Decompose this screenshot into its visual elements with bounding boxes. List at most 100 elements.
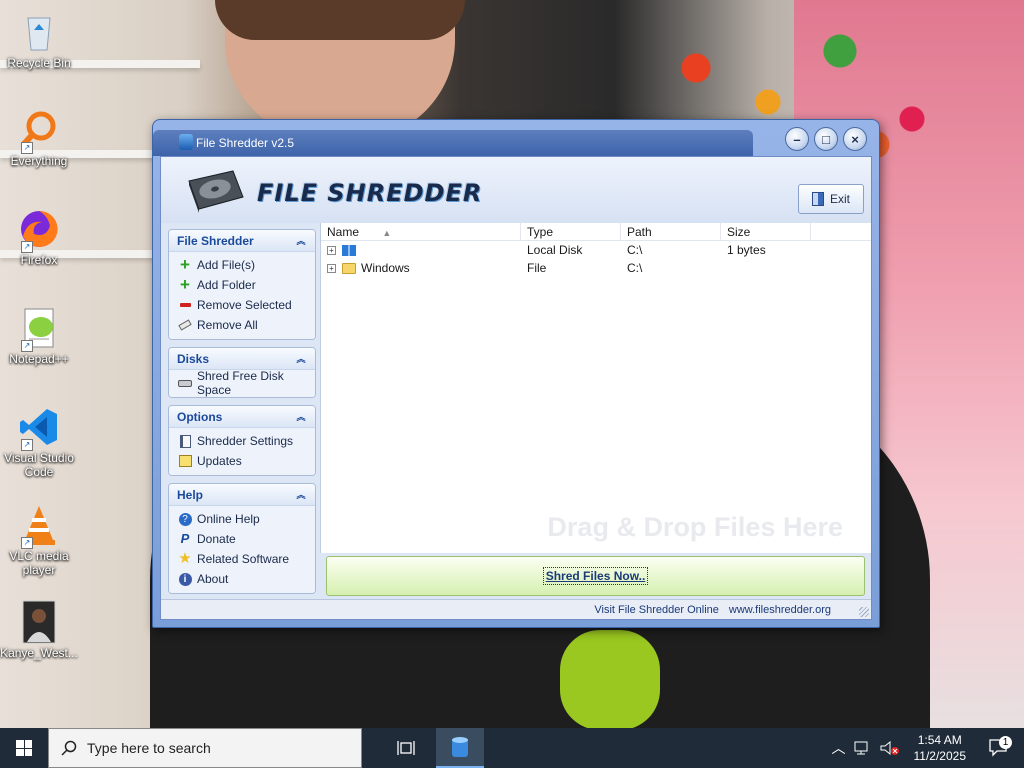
expand-icon[interactable]: + (327, 246, 336, 256)
action-center-button[interactable]: 1 (980, 736, 1018, 757)
updates-button[interactable]: Updates (169, 451, 315, 471)
panel-header[interactable]: File Shredder ︽ (169, 230, 315, 252)
column-label: Type (527, 225, 554, 239)
shred-files-now-button[interactable]: Shred Files Now.. (542, 567, 649, 585)
panel-title: Disks (177, 351, 210, 366)
exit-door-icon (811, 192, 824, 206)
maximize-button[interactable]: □ (814, 127, 838, 151)
shred-bar: Shred Files Now.. (326, 556, 865, 596)
item-label: About (197, 572, 229, 586)
hard-disk-logo-icon (188, 170, 244, 213)
close-button[interactable]: × (843, 127, 867, 151)
shortcut-arrow-icon: ↗ (21, 142, 33, 154)
exit-button[interactable]: Exit (798, 184, 864, 214)
notification-badge: 1 (999, 736, 1012, 749)
panel-title: File Shredder (177, 233, 254, 248)
collapse-chevron-icon[interactable]: ︽ (295, 235, 307, 247)
collapse-chevron-icon[interactable]: ︽ (295, 411, 307, 423)
file-shredder-window[interactable]: File Shredder v2.5 – □ × FILE SHREDDER E… (152, 119, 880, 628)
star-icon: ★ (178, 550, 192, 567)
about-button[interactable]: i About (169, 569, 315, 589)
item-label: Related Software (197, 552, 290, 566)
recycle-bin-icon (17, 10, 61, 54)
desktop-icon-label: Notepad++ (9, 352, 69, 366)
desktop-icon-notepad-plus-plus[interactable]: ↗ Notepad++ (0, 306, 78, 366)
shortcut-arrow-icon: ↗ (21, 537, 33, 549)
collapse-chevron-icon[interactable]: ︽ (295, 489, 307, 501)
remove-icon (178, 298, 192, 312)
task-view-icon (397, 741, 415, 755)
search-icon (61, 740, 77, 756)
table-row[interactable]: + Windows File C:\ (321, 259, 871, 277)
minimize-button[interactable]: – (785, 127, 809, 151)
column-header-type[interactable]: Type (521, 223, 621, 240)
shredder-settings-button[interactable]: Shredder Settings (169, 431, 315, 451)
panel-header[interactable]: Options ︽ (169, 406, 315, 428)
column-header-path[interactable]: Path (621, 223, 721, 240)
cell-path: C:\ (627, 243, 643, 257)
desktop-icon-vscode[interactable]: ↗ Visual Studio Code (0, 405, 78, 479)
updates-icon (178, 454, 192, 468)
donate-button[interactable]: P Donate (169, 529, 315, 549)
taskbar-file-shredder[interactable] (436, 728, 484, 768)
desktop-icon-everything[interactable]: ↗ Everything (0, 108, 78, 168)
desktop-icon-recycle-bin[interactable]: Recycle Bin (0, 10, 78, 70)
task-view-button[interactable] (382, 728, 430, 768)
task-sidebar: File Shredder ︽ + Add File(s) + Add Folder… (168, 229, 316, 601)
panel-header[interactable]: Disks ︽ (169, 348, 315, 370)
vlc-icon: ↗ (17, 503, 61, 549)
website-link[interactable]: www.fileshredder.org (729, 604, 831, 616)
info-icon: i (178, 572, 192, 586)
maximize-icon: □ (822, 131, 830, 147)
remove-selected-button[interactable]: Remove Selected (169, 295, 315, 315)
desktop-icon-kanye-west-file[interactable]: Kanye_West... (0, 600, 78, 660)
add-folder-button[interactable]: + Add Folder (169, 275, 315, 295)
item-label: Shredder Settings (197, 434, 294, 448)
app-icon (179, 134, 193, 150)
disk-icon (178, 376, 192, 390)
file-list-header: Name ▲ Type Path Size (321, 223, 871, 241)
expand-icon[interactable]: + (327, 264, 336, 274)
table-row[interactable]: + Local Disk C:\ 1 bytes (321, 241, 871, 259)
clock-date: 11/2/2025 (913, 749, 967, 763)
panel-header[interactable]: Help ︽ (169, 484, 315, 506)
column-header-size[interactable]: Size (721, 223, 811, 240)
network-icon[interactable] (854, 741, 872, 755)
remove-all-button[interactable]: Remove All (169, 315, 315, 335)
start-button[interactable] (0, 728, 48, 768)
add-icon: + (180, 255, 190, 274)
collapse-chevron-icon[interactable]: ︽ (295, 353, 307, 365)
shortcut-arrow-icon: ↗ (21, 439, 33, 451)
related-software-button[interactable]: ★ Related Software (169, 549, 315, 569)
eraser-icon (178, 318, 192, 332)
panel-help: Help ︽ ? Online Help P Donate ★ Related Sof… (168, 483, 316, 594)
window-titlebar[interactable]: File Shredder v2.5 – □ × (153, 120, 879, 156)
desktop-icon-label: VLC media player (9, 549, 69, 577)
cell-size: 1 bytes (727, 243, 766, 257)
desktop-icon-vlc[interactable]: ↗ VLC media player (0, 503, 78, 577)
sort-ascending-icon: ▲ (382, 228, 392, 238)
item-label: Shred Free Disk Space (197, 369, 284, 397)
taskbar-clock[interactable]: 1:54 AM 11/2/2025 (908, 732, 973, 764)
notepad-plus-plus-icon: ↗ (17, 306, 61, 352)
drive-icon (342, 245, 356, 257)
column-header-name[interactable]: Name ▲ (321, 223, 521, 240)
online-help-button[interactable]: ? Online Help (169, 509, 315, 529)
shred-free-disk-space-button[interactable]: Shred Free Disk Space (169, 369, 315, 397)
clock-time: 1:54 AM (917, 733, 962, 747)
desktop-icon-firefox[interactable]: ↗ Firefox (0, 207, 78, 267)
folder-icon (342, 263, 356, 275)
tray-overflow-chevron-icon[interactable]: ︿ (832, 738, 846, 758)
file-shredder-app-icon (452, 737, 468, 757)
volume-muted-icon[interactable] (880, 741, 900, 755)
column-label: Size (727, 225, 751, 239)
search-placeholder: Type here to search (87, 740, 211, 756)
file-list[interactable]: Name ▲ Type Path Size + Local Disk C:\ 1… (320, 223, 871, 553)
add-icon: + (180, 275, 190, 294)
visit-online-link[interactable]: Visit File Shredder Online (594, 604, 719, 616)
item-label: Donate (197, 532, 236, 546)
taskbar-search-box[interactable]: Type here to search (48, 728, 362, 768)
add-files-button[interactable]: + Add File(s) (169, 255, 315, 275)
resize-grip-icon[interactable] (859, 607, 869, 617)
desktop-icon-label: Firefox (20, 253, 58, 267)
